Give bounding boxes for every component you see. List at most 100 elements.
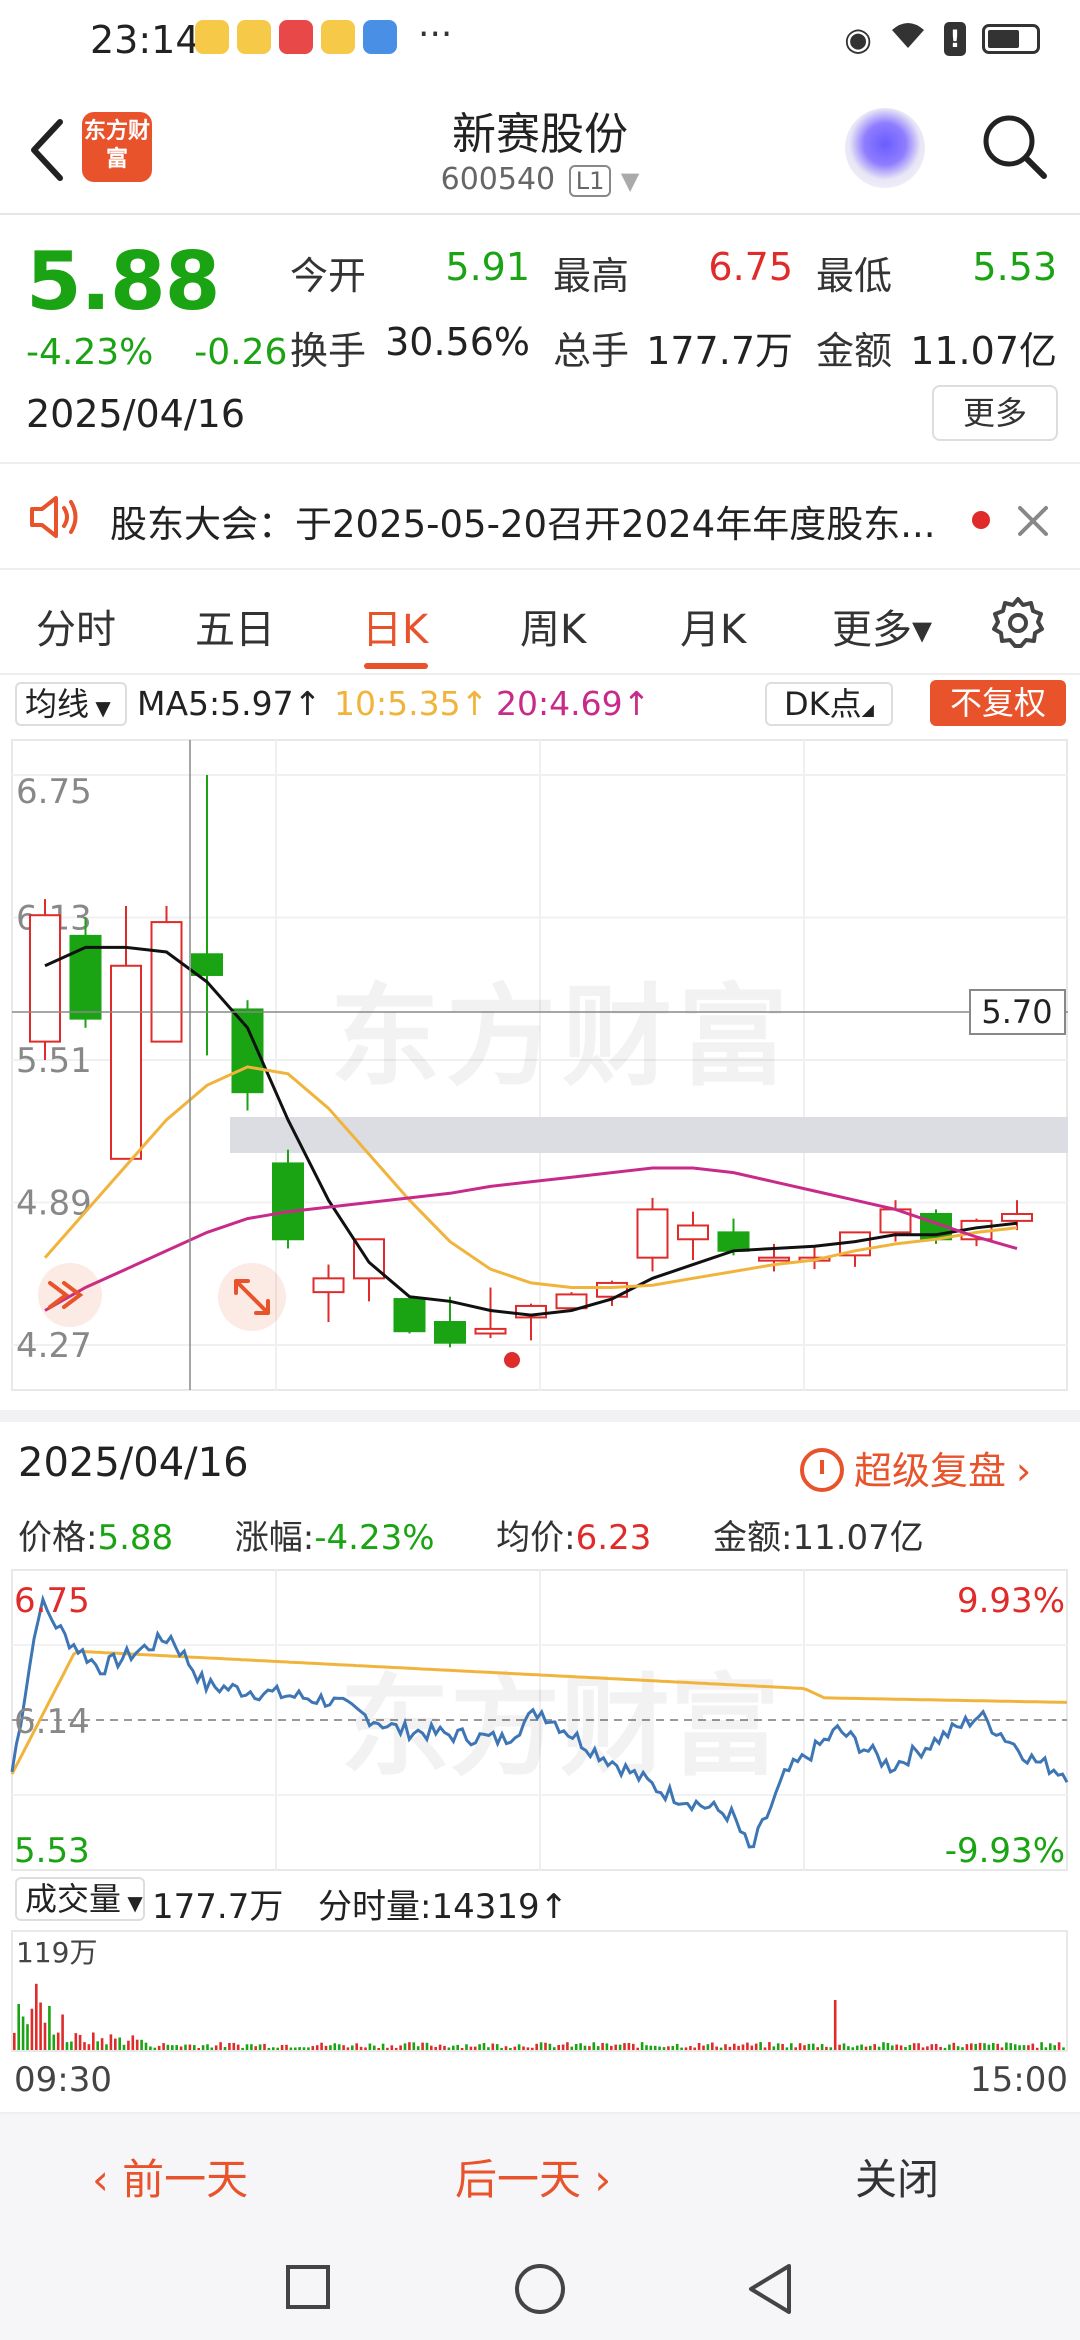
intraday-low-label: 5.53 (14, 1831, 90, 1871)
volume-bar (829, 2047, 833, 2050)
volume-bar (522, 2046, 525, 2050)
volume-bar (706, 2044, 710, 2050)
volume-bar (702, 2045, 705, 2050)
back-nav-icon[interactable] (745, 2262, 795, 2316)
volume-bar (1018, 2045, 1021, 2050)
notice-bar[interactable]: 股东大会：于2025-05-20召开2024年年度股东... (0, 462, 1080, 570)
volume-bar (733, 2043, 736, 2050)
home-icon[interactable] (513, 2262, 567, 2316)
change-percent: -4.23% (26, 332, 154, 373)
expand-left-button[interactable] (38, 1263, 102, 1327)
indicator-select[interactable]: 均线 ▼ (15, 682, 127, 726)
volume-bar (623, 2043, 626, 2050)
volume-bar (140, 2039, 143, 2050)
ai-assistant-avatar[interactable] (845, 108, 925, 188)
volume-bar (697, 2043, 701, 2050)
volume-bar (333, 2043, 337, 2050)
more-button[interactable]: 更多 (932, 385, 1058, 441)
volume-bar (869, 2045, 872, 2050)
volume-total: 177.7万 (152, 1887, 284, 1927)
tab-intraday[interactable]: 分时 (36, 597, 116, 655)
adjust-button[interactable]: 不复权 (930, 680, 1066, 726)
volume-bar (772, 2046, 776, 2050)
volume-bar (373, 2045, 376, 2050)
volume-bar (768, 2042, 771, 2050)
volume-bar (35, 1983, 38, 2050)
volume-bar (719, 2047, 723, 2050)
volume-bar (78, 2034, 82, 2050)
search-button[interactable] (978, 110, 1050, 182)
next-day-button[interactable]: 后一天 › (455, 2146, 611, 2207)
prev-day-button[interactable]: ‹ 前一天 (92, 2146, 248, 2207)
fullscreen-button[interactable] (218, 1263, 286, 1331)
status-time: 23:14 (90, 18, 200, 62)
volume-bar (851, 2047, 855, 2050)
stock-code: 600540 (440, 162, 556, 197)
volume-bar (807, 2043, 811, 2050)
notice-text: 股东大会：于2025-05-20召开2024年年度股东... (110, 503, 936, 546)
volume-bar (895, 2044, 898, 2050)
volume-bar (368, 2043, 372, 2050)
volume-bar (833, 2000, 837, 2050)
volume-bar (48, 2005, 51, 2050)
volume-bar (759, 2042, 762, 2050)
period-tabs: 分时 五日 日K 周K 月K 更多▾ (0, 575, 1080, 675)
intraday-chart[interactable]: 东方财富 6.75 6.14 5.53 9.93% -9.93% (0, 1565, 1080, 1905)
tab-more[interactable]: 更多▾ (832, 597, 932, 655)
tab-monthly-k[interactable]: 月K (680, 597, 746, 655)
volume-bar (197, 2048, 200, 2050)
volume-bar (210, 2047, 214, 2050)
volume-bar (737, 2045, 740, 2050)
signal-dot (504, 1352, 520, 1368)
gear-icon[interactable] (990, 595, 1046, 651)
volume-bar (83, 2042, 86, 2050)
volume-bar (30, 2008, 34, 2050)
volume-max-label: 119万 (16, 1936, 97, 1969)
volume-bar (838, 2044, 841, 2050)
volume-select[interactable]: 成交量 ▼ (15, 1877, 145, 1921)
volume-bar (118, 2037, 121, 2050)
volume-chart[interactable]: 119万 (0, 1928, 1080, 2058)
notification-icons (195, 20, 397, 54)
volume-bar (1013, 2044, 1017, 2050)
weibo-icon (321, 20, 355, 54)
volume-bar (236, 2044, 240, 2050)
volume-bar (662, 2047, 666, 2050)
volume-bar (943, 2047, 947, 2050)
tab-five-day[interactable]: 五日 (195, 597, 275, 655)
kline-candle (110, 906, 142, 1160)
volume-bar (201, 2045, 205, 2050)
volume-bar (153, 2047, 157, 2050)
volume-bar (289, 2047, 293, 2050)
turnover-value: 30.56% (385, 320, 530, 364)
volume-bar (74, 2033, 78, 2050)
volume-bar (184, 2044, 187, 2050)
volume-bar (105, 2044, 108, 2050)
volume-bar (610, 2045, 613, 2050)
volume-bar (632, 2043, 635, 2050)
dk-point-button[interactable]: DK点◢ (765, 682, 893, 726)
volume-bar (359, 2046, 363, 2050)
volume-bar (864, 2046, 868, 2050)
volume-bar (1035, 2047, 1039, 2050)
kline-chart[interactable]: 东方财富 6.756.135.514.894.27 5.70 (0, 735, 1080, 1405)
search-icon (983, 115, 1047, 179)
close-icon[interactable] (1016, 504, 1050, 538)
volume-bar (346, 2047, 350, 2050)
close-button[interactable]: 关闭 (855, 2146, 939, 2207)
super-replay-link[interactable]: 超级复盘 › (800, 1440, 1031, 1495)
volume-bar (754, 2043, 758, 2050)
volume-bar (509, 2047, 512, 2050)
intraday-pct: -4.23% (314, 1518, 435, 1558)
indicator-select-label: 均线 (25, 685, 90, 723)
volume-bar (553, 2047, 556, 2050)
kline-y-label: 5.51 (16, 1041, 92, 1081)
tab-daily-k[interactable]: 日K (362, 597, 428, 655)
recent-apps-icon[interactable] (285, 2264, 331, 2310)
volume-bar (917, 2043, 920, 2050)
volume-bar (127, 2040, 130, 2050)
weibo-icon (237, 20, 271, 54)
volume-bar (781, 2044, 784, 2050)
volume-bar (891, 2045, 894, 2050)
tab-weekly-k[interactable]: 周K (520, 597, 586, 655)
